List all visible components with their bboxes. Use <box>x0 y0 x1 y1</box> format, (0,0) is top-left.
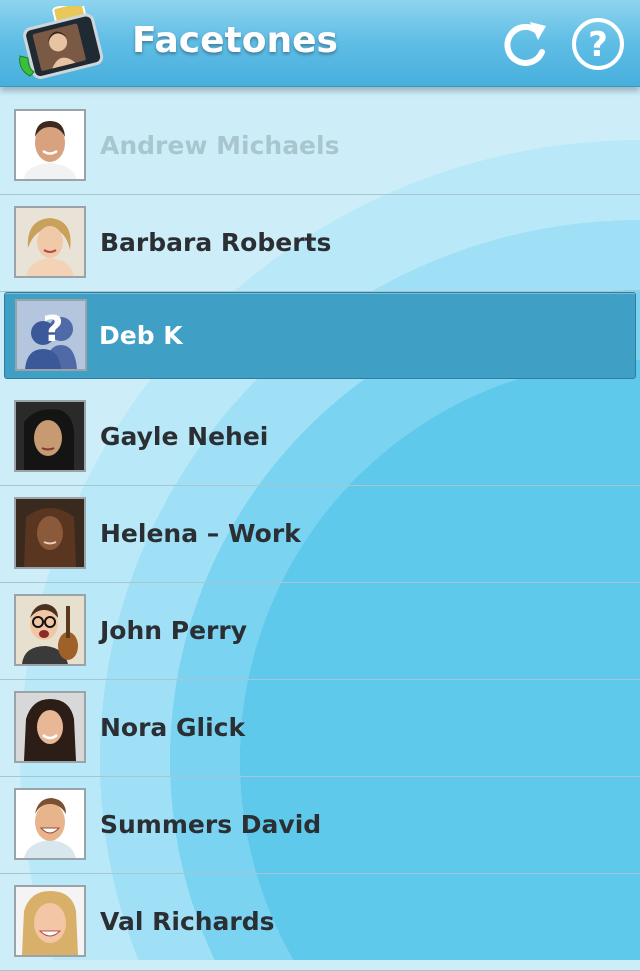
contact-name: Deb K <box>99 321 183 350</box>
app-title: Facetones <box>132 20 338 61</box>
refresh-button[interactable] <box>498 16 554 72</box>
contact-name: Barbara Roberts <box>100 228 332 257</box>
svg-text:?: ? <box>43 309 64 350</box>
app-header: Facetones ? <box>0 0 640 87</box>
contact-name: Summers David <box>100 810 322 839</box>
help-button[interactable]: ? <box>570 16 626 72</box>
avatar <box>14 788 86 860</box>
contact-row-summers-david[interactable]: Summers David <box>0 777 640 874</box>
svg-text:?: ? <box>588 25 608 65</box>
contact-row-john-perry[interactable]: John Perry <box>0 583 640 680</box>
contact-row-helena-work[interactable]: Helena – Work <box>0 486 640 583</box>
avatar <box>14 885 86 957</box>
avatar <box>14 400 86 472</box>
contact-row-barbara-roberts[interactable]: Barbara Roberts <box>0 195 640 292</box>
contact-name: Andrew Michaels <box>100 131 340 160</box>
contact-row-deb-k[interactable]: ? Deb K <box>4 292 636 379</box>
contact-list[interactable]: Andrew Michaels Barbara Roberts ? Deb K … <box>0 98 640 971</box>
contact-row-val-richards[interactable]: Val Richards <box>0 874 640 971</box>
contact-row-andrew-michaels[interactable]: Andrew Michaels <box>0 98 640 195</box>
contact-name: Helena – Work <box>100 519 301 548</box>
avatar: ? <box>15 299 87 371</box>
contact-row-gayle-nehei[interactable]: Gayle Nehei <box>0 389 640 486</box>
avatar <box>14 594 86 666</box>
avatar <box>14 497 86 569</box>
app-logo-icon <box>16 1 104 82</box>
contact-name: John Perry <box>100 616 248 645</box>
avatar <box>14 691 86 763</box>
contact-name: Nora Glick <box>100 713 246 742</box>
refresh-icon <box>504 22 546 66</box>
contact-row-nora-glick[interactable]: Nora Glick <box>0 680 640 777</box>
avatar <box>14 206 86 278</box>
contact-name: Val Richards <box>100 907 275 936</box>
help-icon: ? <box>572 18 624 70</box>
avatar <box>14 109 86 181</box>
contact-name: Gayle Nehei <box>100 422 269 451</box>
